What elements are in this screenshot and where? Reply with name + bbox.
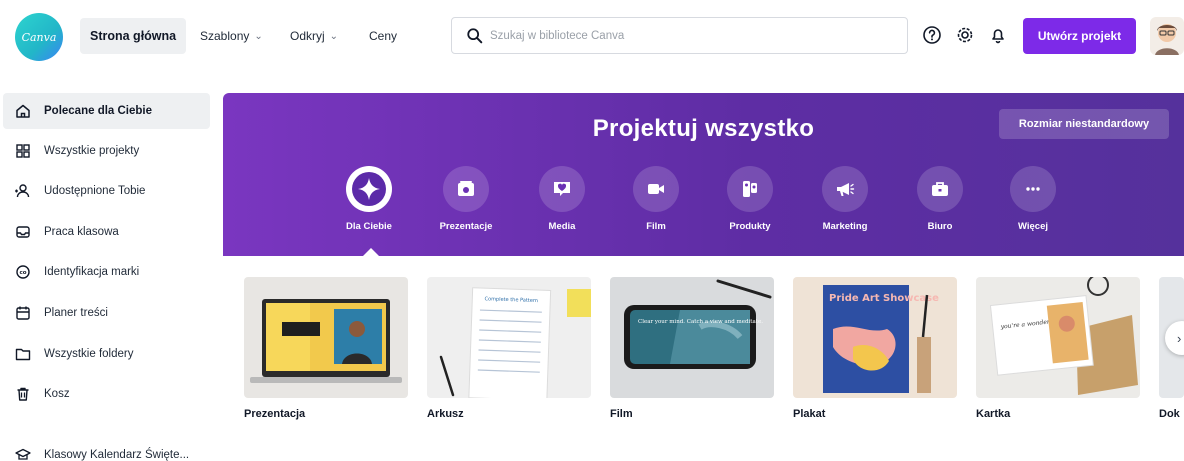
nav-templates-label: Szablony [200,29,250,43]
category-label: Więcej [1017,221,1048,232]
sidebar-item-shared[interactable]: Udostępnione Tobie [3,173,210,209]
category-label: Media [548,221,576,232]
sidebar-item-content-planner[interactable]: Planer treści [3,295,210,331]
template-card-poster[interactable]: Pride Art Showcase Plakat [793,277,957,420]
template-card-film[interactable]: Clear your mind. Catch a view and medita… [610,277,774,420]
template-card-card[interactable]: you're a wonderful mom! Kartka [976,277,1140,420]
category-label: Biuro [927,221,953,232]
sparkle-icon [346,166,392,212]
sidebar: Polecane dla Ciebie Wszystkie projekty U… [0,90,215,461]
sidebar-item-class-calendar[interactable]: Klasowy Kalendarz Święte... [3,437,210,461]
nav-discover[interactable]: Odkryj ⌄ [290,18,338,54]
category-for-you[interactable]: Dla Ciebie [324,166,414,246]
poster-title: Pride Art Showcase [829,293,939,304]
more-dots-icon [1010,166,1056,212]
sidebar-item-label: Identyfikacja marki [44,266,140,278]
nav-discover-label: Odkryj [290,29,325,43]
template-card-worksheet[interactable]: Complete the Pattern Arkusz [427,277,591,420]
search-bar[interactable] [451,17,908,54]
trash-icon [13,384,33,404]
category-office[interactable]: Biuro [895,166,985,246]
heart-chat-icon [539,166,585,212]
svg-text:co: co [19,270,26,276]
classroom-icon [13,445,33,461]
category-label: Film [646,221,666,232]
chevron-down-icon: ⌄ [329,30,339,42]
logo-text: Canva [21,30,57,44]
create-project-button[interactable]: Utwórz projekt [1023,18,1136,54]
film-screen-text: Clear your mind. Catch a view and medita… [638,319,763,325]
sidebar-item-label: Udostępnione Tobie [44,185,146,197]
card-label: Plakat [793,408,826,420]
card-label: Dok [1159,408,1180,420]
search-icon [467,27,483,43]
help-icon[interactable] [921,24,943,46]
nav-home[interactable]: Strona główna [80,18,187,54]
nav-templates[interactable]: Szablony ⌄ [200,18,263,54]
folder-icon [13,344,33,364]
avatar[interactable] [1150,17,1184,55]
card-label: Prezentacja [244,408,306,420]
briefcase-icon [917,166,963,212]
worksheet-thumbnail: Complete the Pattern [427,277,591,398]
greeting-card-thumbnail: you're a wonderful mom! [976,277,1140,398]
category-marketing[interactable]: Marketing [800,166,890,246]
presentation-icon [443,166,489,212]
poster-thumbnail: Pride Art Showcase [793,277,957,398]
nav-prices[interactable]: Ceny [369,18,397,54]
sidebar-item-brand[interactable]: co Identyfikacja marki [3,254,210,290]
calendar-icon [13,303,33,323]
bell-icon[interactable] [987,24,1009,46]
sidebar-item-recommended[interactable]: Polecane dla Ciebie [3,93,210,129]
search-input[interactable] [490,29,890,42]
sidebar-item-label: Planer treści [44,307,108,319]
sidebar-item-label: Klasowy Kalendarz Święte... [44,449,190,461]
category-more[interactable]: Więcej [988,166,1078,246]
active-category-caret [362,248,380,257]
presentation-thumbnail [244,277,408,398]
category-media[interactable]: Media [517,166,607,246]
sidebar-item-classwork[interactable]: Praca klasowa [3,214,210,250]
category-label: Produkty [729,221,771,232]
settings-icon[interactable] [954,24,976,46]
top-bar: Canva Strona główna Szablony ⌄ Odkryj ⌄ … [0,0,1184,72]
inbox-icon [13,222,33,242]
sidebar-item-label: Kosz [44,388,70,400]
products-icon [727,166,773,212]
category-label: Marketing [822,221,868,232]
sidebar-item-all-projects[interactable]: Wszystkie projekty [3,133,210,169]
megaphone-icon [822,166,868,212]
card-label: Kartka [976,408,1011,420]
grid-icon [13,141,33,161]
sidebar-item-label: Polecane dla Ciebie [44,105,153,117]
category-products[interactable]: Produkty [705,166,795,246]
film-thumbnail: Clear your mind. Catch a view and medita… [610,277,774,398]
chevron-down-icon: ⌄ [254,30,263,42]
sidebar-item-folders[interactable]: Wszystkie foldery [3,336,210,372]
custom-size-button[interactable]: Rozmiar niestandardowy [999,109,1169,139]
brand-icon: co [13,262,33,282]
shared-users-icon [13,181,33,201]
canva-logo[interactable]: Canva [15,13,63,61]
category-film[interactable]: Film [611,166,701,246]
category-presentations[interactable]: Prezentacje [421,166,511,246]
video-camera-icon [633,166,679,212]
card-label: Arkusz [427,408,464,420]
sidebar-item-label: Wszystkie projekty [44,145,140,157]
category-label: Dla Ciebie [346,221,392,232]
design-anything-banner: Projektuj wszystko Rozmiar niestandardow… [223,93,1184,256]
card-label: Film [610,408,633,420]
sidebar-item-label: Praca klasowa [44,226,119,238]
sidebar-item-label: Wszystkie foldery [44,348,134,360]
sidebar-item-trash[interactable]: Kosz [3,376,210,412]
template-card-presentation[interactable]: Prezentacja [244,277,408,420]
category-label: Prezentacje [439,221,493,232]
chevron-right-icon: › [1177,330,1182,346]
home-icon [13,101,33,121]
